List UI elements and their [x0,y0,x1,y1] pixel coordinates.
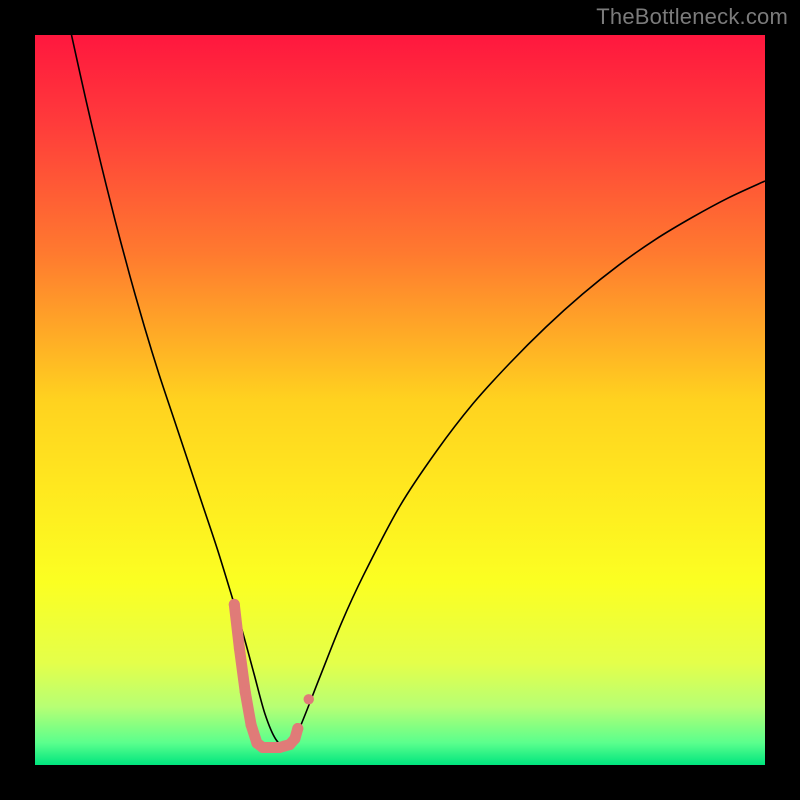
dot-outlier-dot [304,694,314,704]
band-dot [229,599,240,610]
band-dot [246,719,257,730]
band-dot [234,643,245,654]
chart-svg [35,35,765,765]
gradient-background [35,35,765,765]
watermark-text: TheBottleneck.com [596,4,788,30]
band-dot [292,723,303,734]
plot-area [35,35,765,765]
band-dot [240,687,251,698]
band-dot [289,733,300,744]
chart-frame: TheBottleneck.com [0,0,800,800]
